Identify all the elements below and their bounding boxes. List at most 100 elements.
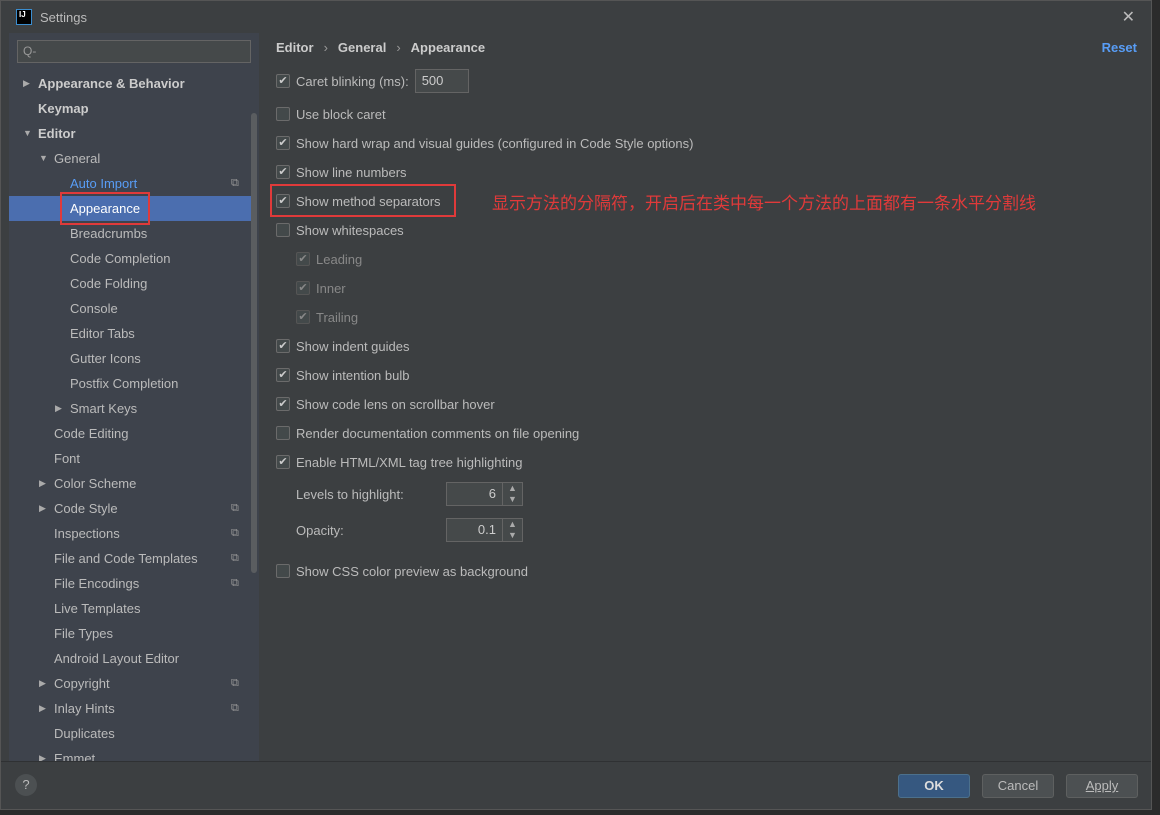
option-show-whitespaces[interactable]: Show whitespaces (276, 219, 404, 241)
apply-button[interactable]: Apply (1066, 774, 1138, 798)
dialog-footer: ? OK Cancel Apply (1, 761, 1151, 809)
option-trailing[interactable]: ✔ Trailing (296, 306, 358, 328)
levels-spinner[interactable]: 6 ▲ ▼ (446, 482, 523, 506)
sidebar-item-code-editing[interactable]: Code Editing (9, 421, 251, 446)
opacity-spinner[interactable]: 0.1 ▲ ▼ (446, 518, 523, 542)
sidebar-item-auto-import[interactable]: Auto Import ⧉ (9, 171, 251, 196)
expand-arrow-down-icon[interactable]: ▼ (23, 121, 32, 146)
checkbox-checked[interactable]: ✔ (276, 339, 290, 353)
checkbox[interactable] (276, 564, 290, 578)
option-label: Show indent guides (296, 338, 410, 354)
expand-arrow-right-icon[interactable]: ▶ (39, 496, 46, 521)
option-label: Enable HTML/XML tag tree highlighting (296, 454, 523, 470)
checkbox[interactable] (276, 426, 290, 440)
sidebar-scrollbar[interactable] (251, 113, 257, 573)
sidebar-item-live-templates[interactable]: Live Templates (9, 596, 251, 621)
option-leading[interactable]: ✔ Leading (296, 248, 362, 270)
sidebar-item-console[interactable]: Console (9, 296, 251, 321)
checkbox-checked: ✔ (296, 281, 310, 295)
sidebar-item-editor-tabs[interactable]: Editor Tabs (9, 321, 251, 346)
checkbox-checked[interactable]: ✔ (276, 397, 290, 411)
help-icon[interactable]: ? (15, 774, 37, 796)
option-enable-html-xml-tag-tree-highlighting[interactable]: ✔ Enable HTML/XML tag tree highlighting (276, 451, 522, 473)
sidebar-item-android-layout-editor[interactable]: Android Layout Editor (9, 646, 251, 671)
app-logo-icon: IJ (16, 9, 32, 25)
option-show-hard-wrap-and-visual-guides-configured-in-code-style-options[interactable]: ✔ Show hard wrap and visual guides (confi… (276, 132, 693, 154)
checkbox-checked[interactable]: ✔ (276, 455, 290, 469)
caret-blinking-input[interactable]: 500 (414, 69, 469, 93)
option-label: Show CSS color preview as background (296, 563, 528, 579)
cancel-button[interactable]: Cancel (982, 774, 1054, 798)
sidebar-item-label: Editor (38, 126, 76, 141)
checkbox-checked: ✔ (296, 310, 310, 324)
sidebar-item-file-and-code-templates[interactable]: File and Code Templates ⧉ (9, 546, 251, 571)
expand-arrow-right-icon[interactable]: ▶ (39, 471, 46, 496)
sidebar-item-label: Auto Import (70, 176, 138, 191)
expand-arrow-right-icon[interactable]: ▶ (55, 396, 62, 421)
sidebar-item-gutter-icons[interactable]: Gutter Icons (9, 346, 251, 371)
option-use-block-caret[interactable]: Use block caret (276, 103, 386, 125)
checkbox[interactable] (276, 223, 290, 237)
sidebar-item-copyright[interactable]: ▶ Copyright ⧉ (9, 671, 251, 696)
sidebar-item-code-completion[interactable]: Code Completion (9, 246, 251, 271)
option-caret-blinking-ms[interactable]: ✔ Caret blinking (ms): 500 (276, 69, 469, 93)
sidebar-item-duplicates[interactable]: Duplicates (9, 721, 251, 746)
sidebar-item-inspections[interactable]: Inspections ⧉ (9, 521, 251, 546)
option-render-documentation-comments-on-file-opening[interactable]: Render documentation comments on file op… (276, 422, 579, 444)
sidebar-item-general[interactable]: ▼ General (9, 146, 251, 171)
expand-arrow-right-icon[interactable]: ▶ (39, 671, 46, 696)
sidebar-item-appearance[interactable]: Appearance (9, 192, 251, 225)
option-show-indent-guides[interactable]: ✔ Show indent guides (276, 335, 409, 357)
checkbox-checked[interactable]: ✔ (276, 74, 290, 88)
sidebar-item-smart-keys[interactable]: ▶ Smart Keys (9, 396, 251, 421)
sidebar-item-keymap[interactable]: Keymap (9, 96, 251, 121)
sidebar-item-emmet[interactable]: ▶ Emmet (9, 746, 251, 761)
expand-arrow-right-icon[interactable]: ▶ (23, 71, 30, 96)
option-show-line-numbers[interactable]: ✔ Show line numbers (276, 161, 407, 183)
spinner-arrows-icon[interactable]: ▲ ▼ (502, 519, 522, 541)
breadcrumb-item[interactable]: Editor (276, 40, 314, 55)
sidebar-item-font[interactable]: Font (9, 446, 251, 471)
sidebar-item-code-folding[interactable]: Code Folding (9, 271, 251, 296)
expand-arrow-right-icon[interactable]: ▶ (39, 746, 46, 761)
sidebar-item-postfix-completion[interactable]: Postfix Completion (9, 371, 251, 396)
option-show-intention-bulb[interactable]: ✔ Show intention bulb (276, 364, 409, 386)
sidebar-item-label: Emmet (54, 751, 96, 761)
sidebar-item-file-types[interactable]: File Types (9, 621, 251, 646)
sidebar-item-label: Duplicates (54, 726, 115, 741)
opacity-value[interactable]: 0.1 (447, 519, 502, 541)
title-bar: IJ Settings ✕ (1, 1, 1151, 33)
sidebar-item-label: File Encodings (54, 576, 140, 591)
search-input[interactable]: Q- (17, 40, 251, 63)
option-label: Trailing (316, 309, 359, 325)
sidebar-item-label: Color Scheme (54, 476, 137, 491)
spinner-arrows-icon[interactable]: ▲ ▼ (502, 483, 522, 505)
sidebar-item-breadcrumbs[interactable]: Breadcrumbs (9, 221, 251, 246)
ok-button[interactable]: OK (898, 774, 970, 798)
close-icon[interactable]: ✕ (1122, 7, 1135, 27)
option-inner[interactable]: ✔ Inner (296, 277, 346, 299)
css-preview-option[interactable]: Show CSS color preview as background (276, 560, 528, 582)
sidebar-item-label: Code Folding (70, 276, 148, 291)
sidebar-item-label: Font (54, 451, 81, 466)
sidebar-item-color-scheme[interactable]: ▶ Color Scheme (9, 471, 251, 496)
option-label: Show line numbers (296, 164, 407, 180)
checkbox-checked[interactable]: ✔ (276, 368, 290, 382)
sidebar-item-label: Smart Keys (70, 401, 138, 416)
expand-arrow-down-icon[interactable]: ▼ (39, 146, 48, 171)
sidebar-item-inlay-hints[interactable]: ▶ Inlay Hints ⧉ (9, 696, 251, 721)
checkbox[interactable] (276, 107, 290, 121)
levels-value[interactable]: 6 (447, 483, 502, 505)
sidebar-item-editor[interactable]: ▼ Editor (9, 121, 251, 146)
annotation-text: 显示方法的分隔符，开启后在类中每一个方法的上面都有一条水平分割线 (492, 194, 1036, 214)
breadcrumb-item[interactable]: General (338, 40, 386, 55)
sidebar-item-appearance-behavior[interactable]: ▶ Appearance & Behavior (9, 71, 251, 96)
option-show-code-lens-on-scrollbar-hover[interactable]: ✔ Show code lens on scrollbar hover (276, 393, 495, 415)
checkbox-checked[interactable]: ✔ (276, 136, 290, 150)
checkbox-checked: ✔ (296, 252, 310, 266)
checkbox-checked[interactable]: ✔ (276, 165, 290, 179)
expand-arrow-right-icon[interactable]: ▶ (39, 696, 46, 721)
sidebar-item-code-style[interactable]: ▶ Code Style ⧉ (9, 496, 251, 521)
reset-link[interactable]: Reset (1102, 40, 1137, 55)
sidebar-item-file-encodings[interactable]: File Encodings ⧉ (9, 571, 251, 596)
